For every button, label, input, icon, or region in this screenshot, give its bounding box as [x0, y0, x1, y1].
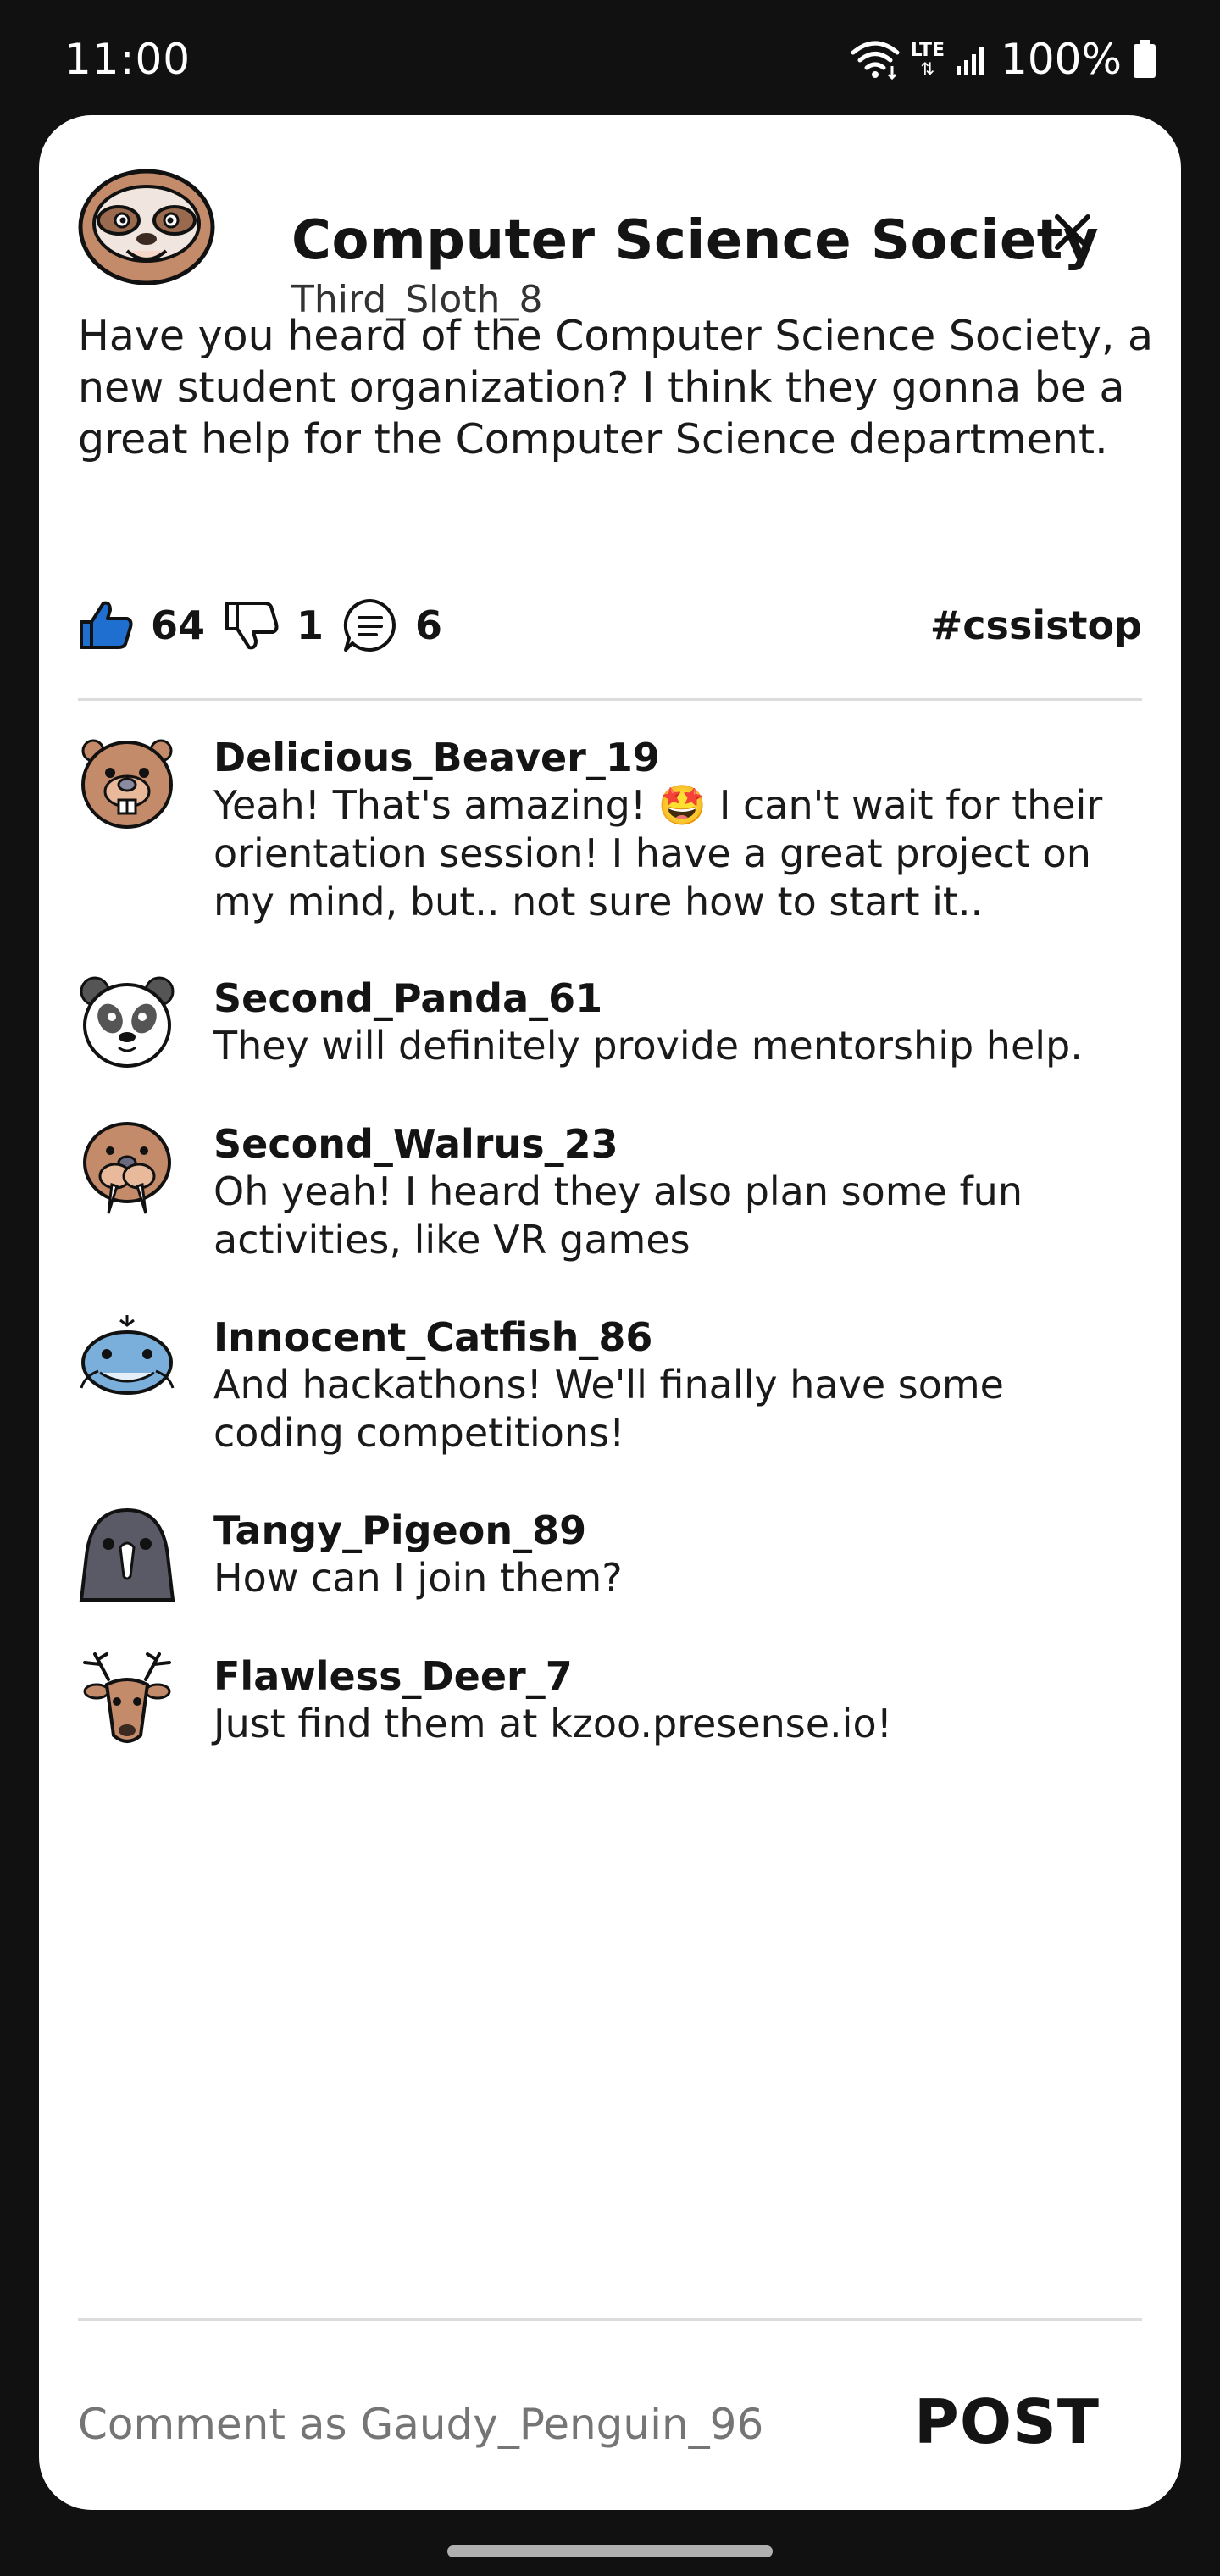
like-count: 64 — [151, 602, 206, 648]
comment-text: How can I join them? — [214, 1555, 623, 1601]
deer-avatar-icon — [83, 1652, 171, 1743]
comment-text: Just find them at kzoo.presense.io! — [214, 1701, 893, 1746]
post-button[interactable]: POST — [914, 2379, 1100, 2464]
status-icons: LTE ⇅ 100% — [850, 32, 1157, 86]
comment-author[interactable]: Second_Walrus_23 — [214, 1119, 618, 1169]
close-icon — [1055, 214, 1090, 250]
thumbs-down-icon[interactable] — [224, 600, 280, 651]
comment-author[interactable]: Tangy_Pigeon_89 — [214, 1505, 586, 1556]
lte-indicator: LTE ⇅ — [910, 40, 946, 79]
catfish-avatar-icon — [80, 1315, 175, 1395]
comment-count: 6 — [415, 602, 443, 648]
status-time: 11:00 — [64, 35, 191, 84]
comment-author[interactable]: Innocent_Catfish_86 — [214, 1312, 652, 1363]
sloth-avatar-icon — [78, 169, 215, 285]
like-stat[interactable]: 64 — [78, 600, 205, 651]
dislike-stat[interactable]: 1 — [224, 600, 324, 651]
post-detail-card: Computer Science Society Third_Sloth_8 H… — [39, 115, 1181, 2510]
post-title: Computer Science Society — [291, 209, 1100, 272]
composer-divider — [78, 2318, 1142, 2321]
comment-author[interactable]: Second_Panda_61 — [214, 973, 602, 1024]
status-bar: 11:00 LTE ⇅ 100% — [0, 0, 1220, 117]
comment-bubble-icon[interactable] — [342, 597, 398, 653]
thumbs-up-icon[interactable] — [78, 600, 134, 651]
comment-author[interactable]: Delicious_Beaver_19 — [214, 732, 660, 783]
comment-text: Yeah! That's amazing! 🤩 I can't wait for… — [214, 782, 1103, 924]
stats-divider — [78, 698, 1142, 701]
battery-percent: 100% — [1001, 35, 1122, 84]
walrus-avatar-icon — [83, 1122, 171, 1214]
signal-icon — [957, 47, 984, 75]
post-stats: 64 1 6 #cssistop — [78, 586, 1142, 664]
dislike-count: 1 — [297, 602, 324, 648]
post-hashtag[interactable]: #cssistop — [930, 600, 1142, 651]
comment-author[interactable]: Flawless_Deer_7 — [214, 1651, 573, 1702]
pigeon-avatar-icon — [79, 1507, 175, 1602]
panda-avatar-icon — [80, 976, 175, 1068]
wifi-icon — [851, 41, 900, 80]
post-header: Computer Science Society Third_Sloth_8 — [78, 163, 1142, 321]
data-arrows-icon: ⇅ — [920, 58, 935, 79]
comment-text: And hackathons! We'll finally have some … — [214, 1362, 1004, 1456]
network-label: LTE — [910, 40, 946, 61]
battery-icon — [1134, 40, 1156, 78]
gesture-nav-handle[interactable] — [447, 2545, 773, 2557]
comment-text: They will definitely provide mentorship … — [214, 1023, 1083, 1069]
post-body: Have you heard of the Computer Science S… — [78, 312, 1154, 464]
close-button[interactable] — [1047, 207, 1098, 258]
comment-text: Oh yeah! I heard they also plan some fun… — [214, 1169, 1023, 1263]
comment-stat[interactable]: 6 — [342, 597, 442, 653]
comment-input[interactable] — [78, 2386, 824, 2462]
beaver-avatar-icon — [81, 739, 173, 829]
